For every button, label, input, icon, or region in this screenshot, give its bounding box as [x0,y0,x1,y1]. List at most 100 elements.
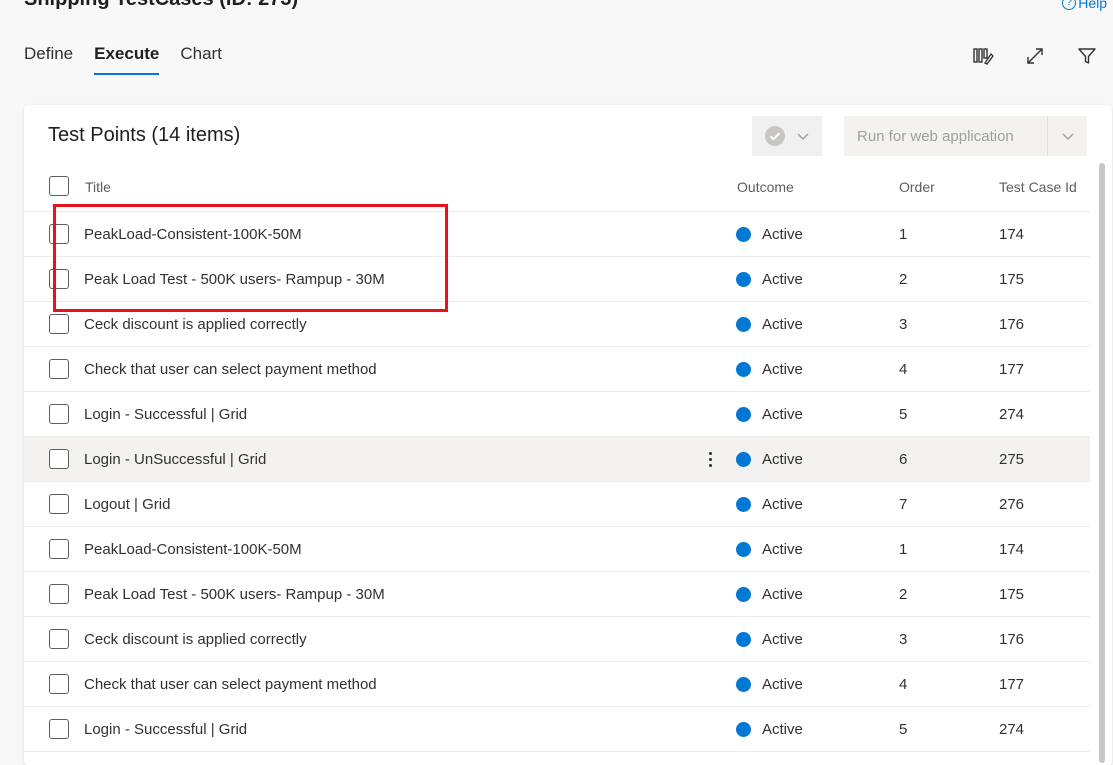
outcome-label: Active [762,225,803,243]
table-row[interactable]: Peak Load Test - 500K users- Rampup - 30… [24,572,1090,617]
outcome-label: Active [762,450,803,468]
row-checkbox[interactable] [49,719,69,739]
tab-chart[interactable]: Chart [180,44,222,75]
row-title: Ceck discount is applied correctly [84,315,307,333]
outcome-status-dot [736,676,751,692]
outcome-label: Active [762,360,803,378]
column-header-outcome[interactable]: Outcome [737,179,794,195]
check-circle-icon [765,126,785,146]
column-header-order[interactable]: Order [899,179,935,195]
row-outcome: Active [736,631,803,648]
row-checkbox[interactable] [49,449,69,469]
row-outcome: Active [736,361,803,378]
row-checkbox[interactable] [49,629,69,649]
panel-title: Test Points (14 items) [48,124,241,146]
help-label: Help [1078,0,1107,11]
table-row[interactable]: Login - Successful | Grid Active 5 274 [24,707,1090,752]
row-order: 3 [899,630,908,648]
vertical-scrollbar[interactable] [1099,163,1105,763]
row-checkbox[interactable] [49,314,69,334]
row-order: 3 [899,315,908,333]
table-row[interactable]: Login - Successful | Grid Active 5 274 [24,392,1090,437]
outcome-status-dot [736,541,751,557]
outcome-label: Active [762,315,803,333]
fullscreen-button[interactable] [1009,44,1061,68]
table-row[interactable]: Peak Load Test - 500K users- Rampup - 30… [24,257,1090,302]
table-row[interactable]: Ceck discount is applied correctly Activ… [24,617,1090,662]
row-checkbox[interactable] [49,494,69,514]
row-checkbox[interactable] [49,269,69,289]
row-test-case-id: 174 [999,540,1025,558]
table-row[interactable]: PeakLoad-Consistent-100K-50M Active 1 17… [24,527,1090,572]
outcome-label: Active [762,720,803,738]
row-order: 4 [899,675,908,693]
test-points-table: Title Outcome Order Test Case Id PeakLoa… [24,163,1090,752]
table-header: Title Outcome Order Test Case Id [24,163,1090,212]
row-title: PeakLoad-Consistent-100K-50M [84,540,302,558]
outcome-label: Active [762,270,803,288]
row-outcome: Active [736,496,803,513]
tab-define[interactable]: Define [24,44,73,75]
row-outcome: Active [736,586,803,603]
row-checkbox[interactable] [49,539,69,559]
row-test-case-id: 177 [999,360,1025,378]
mark-outcome-button[interactable] [752,116,822,156]
row-title: Login - Successful | Grid [84,405,248,423]
row-order: 5 [899,405,908,423]
run-button-label: Run for web application [857,127,1014,145]
row-checkbox[interactable] [49,404,69,424]
row-title: Login - Successful | Grid [84,720,248,738]
row-title: Ceck discount is applied correctly [84,630,307,648]
outcome-status-dot [736,721,751,737]
outcome-status-dot [736,226,751,242]
run-options-button[interactable] [1047,116,1087,156]
table-row[interactable]: Logout | Grid Active 7 276 [24,482,1090,527]
row-order: 5 [899,720,908,738]
tab-execute[interactable]: Execute [94,44,160,75]
table-row[interactable]: Login - UnSuccessful | Grid Active 6 275 [24,437,1090,482]
fullscreen-icon [1027,48,1043,64]
outcome-status-dot [736,361,751,377]
row-checkbox[interactable] [49,584,69,604]
row-outcome: Active [736,406,803,423]
column-header-title[interactable]: Title [85,179,111,195]
help-link[interactable]: ? Help [1062,0,1107,11]
filter-button[interactable] [1061,44,1113,68]
select-all-checkbox[interactable] [49,176,69,196]
row-test-case-id: 274 [999,405,1025,423]
tab-bar: Define Execute Chart [24,44,222,75]
row-test-case-id: 177 [999,675,1025,693]
outcome-label: Active [762,405,803,423]
outcome-status-dot [736,316,751,332]
row-test-case-id: 276 [999,495,1025,513]
row-order: 1 [899,540,908,558]
row-checkbox[interactable] [49,359,69,379]
table-row[interactable]: Ceck discount is applied correctly Activ… [24,302,1090,347]
table-row[interactable]: Check that user can select payment metho… [24,662,1090,707]
row-outcome: Active [736,676,803,693]
outcome-label: Active [762,540,803,558]
row-title: Login - UnSuccessful | Grid [84,450,267,468]
outcome-status-dot [736,496,751,512]
row-more-options-button[interactable] [702,448,718,470]
row-title: Logout | Grid [84,495,171,513]
run-button[interactable]: Run for web application [844,116,1087,156]
help-icon: ? [1062,0,1077,10]
row-test-case-id: 176 [999,315,1025,333]
row-checkbox[interactable] [49,674,69,694]
test-points-panel: Test Points (14 items) Run for web appli… [24,105,1112,765]
table-row[interactable]: PeakLoad-Consistent-100K-50M Active 1 17… [24,212,1090,257]
row-test-case-id: 175 [999,270,1025,288]
row-outcome: Active [736,541,803,558]
row-order: 2 [899,270,908,288]
outcome-status-dot [736,586,751,602]
outcome-label: Active [762,495,803,513]
row-checkbox[interactable] [49,224,69,244]
column-options-button[interactable] [957,44,1009,68]
row-title: PeakLoad-Consistent-100K-50M [84,225,302,243]
outcome-status-dot [736,451,751,467]
row-outcome: Active [736,271,803,288]
outcome-label: Active [762,630,803,648]
column-header-test-case-id[interactable]: Test Case Id [999,179,1077,195]
table-row[interactable]: Check that user can select payment metho… [24,347,1090,392]
